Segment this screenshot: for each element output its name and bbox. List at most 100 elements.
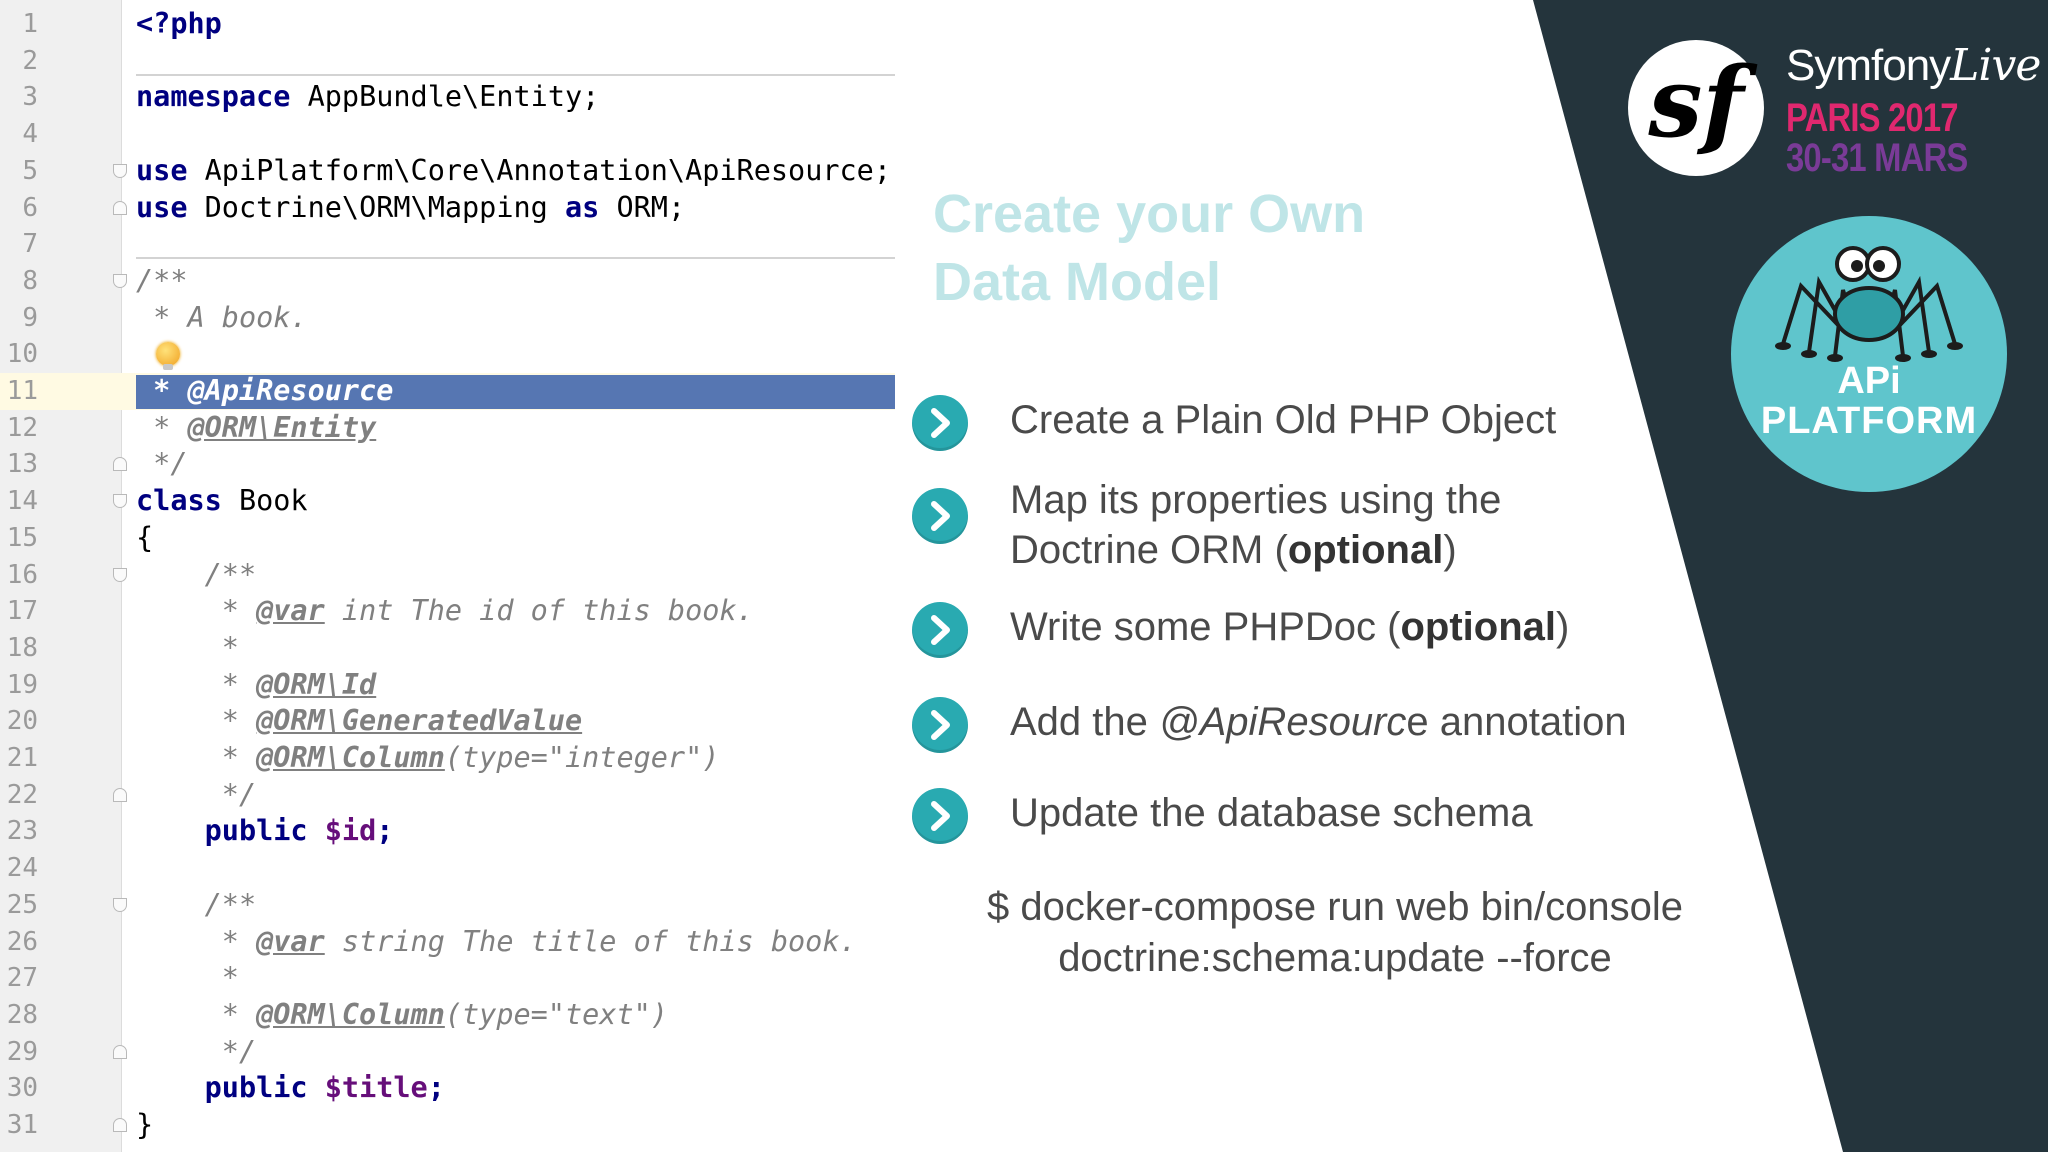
bullet-text: Create a Plain Old PHP Object (1010, 395, 1556, 445)
code-token: AppBundle\Entity; (290, 80, 600, 114)
code-line[interactable]: 11 * @ApiResource (0, 373, 895, 410)
line-number: 18 (6, 632, 38, 663)
code-line[interactable]: 14 class Book (0, 483, 895, 520)
symfony-logo-glyph: sf (1648, 46, 1744, 159)
fold-toggle-icon[interactable] (113, 273, 127, 288)
code-token: $title (324, 1071, 428, 1105)
code-line[interactable]: 18 * (0, 630, 895, 667)
fold-toggle-icon[interactable] (113, 163, 127, 178)
code-text: class Book (136, 483, 308, 520)
code-text: */ (136, 777, 256, 814)
code-token: @ORM\GeneratedValue (256, 704, 583, 738)
bullet-text-part: optional (1287, 528, 1444, 572)
code-token: * (136, 630, 239, 664)
event-name-live: Live (1950, 40, 2041, 91)
code-line[interactable]: 6 use Doctrine\ORM\Mapping as ORM; (0, 190, 895, 227)
fold-toggle-icon[interactable] (113, 787, 127, 802)
line-number: 23 (6, 816, 38, 847)
bullet-text-part: Doctrine ORM ( (1010, 528, 1288, 572)
line-number: 26 (6, 926, 38, 957)
code-text: * @ORM\Column(type="text") (136, 997, 668, 1034)
code-line[interactable]: 22 */ (0, 777, 895, 814)
fold-toggle-icon[interactable] (113, 200, 127, 215)
code-line[interactable]: 30 public $title; (0, 1070, 895, 1107)
code-text: namespace AppBundle\Entity; (136, 79, 599, 116)
line-number: 9 (22, 302, 38, 333)
fold-toggle-icon[interactable] (113, 897, 127, 912)
line-number: 30 (6, 1073, 38, 1104)
code-token: { (136, 520, 154, 554)
code-line[interactable]: 3 namespace AppBundle\Entity; (0, 79, 895, 116)
bullet-text: Map its properties using the Doctrine ORM… (1010, 475, 1501, 575)
code-token: use (136, 153, 188, 187)
code-token: ORM; (599, 190, 686, 224)
line-number: 3 (22, 82, 38, 113)
line-number: 21 (6, 743, 38, 773)
code-line[interactable]: 12 * @ORM\Entity (0, 410, 895, 447)
code-editor[interactable]: 1 <?php 2 3 namespace AppBundle\Entity; 4 5 use… (0, 0, 895, 1152)
fold-toggle-icon[interactable] (113, 1118, 127, 1132)
code-line[interactable]: 4 (0, 116, 895, 153)
code-line[interactable]: 9 * A book. (0, 300, 895, 337)
code-token: (type="integer") (444, 741, 720, 774)
code-line[interactable]: 23 public $id; (0, 813, 895, 850)
code-token: @var (256, 594, 325, 628)
code-line[interactable]: 8 /** (0, 263, 895, 300)
line-number: 22 (6, 779, 38, 810)
code-token: * (136, 704, 257, 738)
line-number: 5 (22, 155, 38, 186)
command-line: $ docker-compose run web bin/console (987, 885, 1683, 929)
line-number: 2 (22, 45, 38, 76)
code-line[interactable]: 17 * @var int The id of this book. (0, 593, 895, 630)
slide-title-line: Data Model (933, 252, 1222, 312)
code-line[interactable]: 25 /** (0, 887, 895, 924)
chevron-right-icon (912, 788, 968, 844)
code-line[interactable]: 13 */ (0, 446, 895, 483)
code-line[interactable]: 21 * @ORM\Column(type="integer") (0, 740, 895, 777)
code-text: /** (136, 557, 256, 594)
code-token: * (136, 924, 257, 958)
code-line[interactable]: 24 (0, 850, 895, 887)
slide-title: Create your Own Data Model (933, 180, 1533, 316)
bullet-text-part: Map its properties using the (1010, 478, 1502, 522)
code-line[interactable]: 28 * @ORM\Column(type="text") (0, 997, 895, 1034)
code-token: */ (136, 1034, 257, 1068)
code-token: @ORM\Column (256, 741, 445, 774)
code-token: <?php (136, 7, 222, 40)
code-text: <?php (136, 6, 222, 43)
lightbulb-intention-icon[interactable] (156, 342, 180, 371)
line-number: 12 (6, 412, 38, 443)
code-line[interactable]: 19 * @ORM\Id (0, 667, 895, 704)
bullet-text: Add the @ApiResource annotation (1010, 697, 1627, 747)
code-line[interactable]: 7 (0, 226, 895, 263)
bullet-text-part: Create a Plain Old PHP Object (1010, 398, 1557, 442)
code-line[interactable]: 29 */ (0, 1034, 895, 1071)
code-line[interactable]: 1 <?php (0, 6, 895, 43)
line-number: 1 (22, 9, 38, 39)
code-line[interactable]: 15 { (0, 520, 895, 557)
code-line[interactable]: 5 use ApiPlatform\Core\Annotation\ApiReso… (0, 153, 895, 190)
fold-toggle-icon[interactable] (113, 567, 127, 582)
code-line[interactable]: 2 (0, 43, 895, 80)
code-line[interactable]: 31} (0, 1107, 895, 1144)
code-line[interactable]: 16 /** (0, 557, 895, 594)
fold-toggle-icon[interactable] (113, 1044, 127, 1059)
api-platform-logo: APi PLATFORM (1731, 216, 2007, 492)
bullet-text-part: optional (1400, 605, 1556, 649)
line-number: 27 (6, 963, 38, 994)
chevron-right-icon (912, 602, 968, 658)
code-area[interactable]: 1 <?php 2 3 namespace AppBundle\Entity; 4 5 use… (0, 0, 895, 1152)
code-token: /** (136, 263, 188, 297)
code-line[interactable]: 27 * (0, 960, 895, 997)
bullet-text-part: Add the (1010, 700, 1160, 744)
bullet-text-part: e annotation (1406, 700, 1627, 744)
line-number: 6 (22, 192, 38, 223)
chevron-right-icon (912, 395, 968, 451)
code-text: * (136, 630, 239, 667)
code-token: ; (427, 1071, 445, 1105)
code-line[interactable]: 26 * @var string The title of this book. (0, 924, 895, 961)
code-line[interactable]: 20 * @ORM\GeneratedValue (0, 703, 895, 740)
fold-toggle-icon[interactable] (113, 494, 127, 509)
fold-toggle-icon[interactable] (113, 457, 127, 472)
code-line[interactable]: 10 (0, 336, 895, 373)
